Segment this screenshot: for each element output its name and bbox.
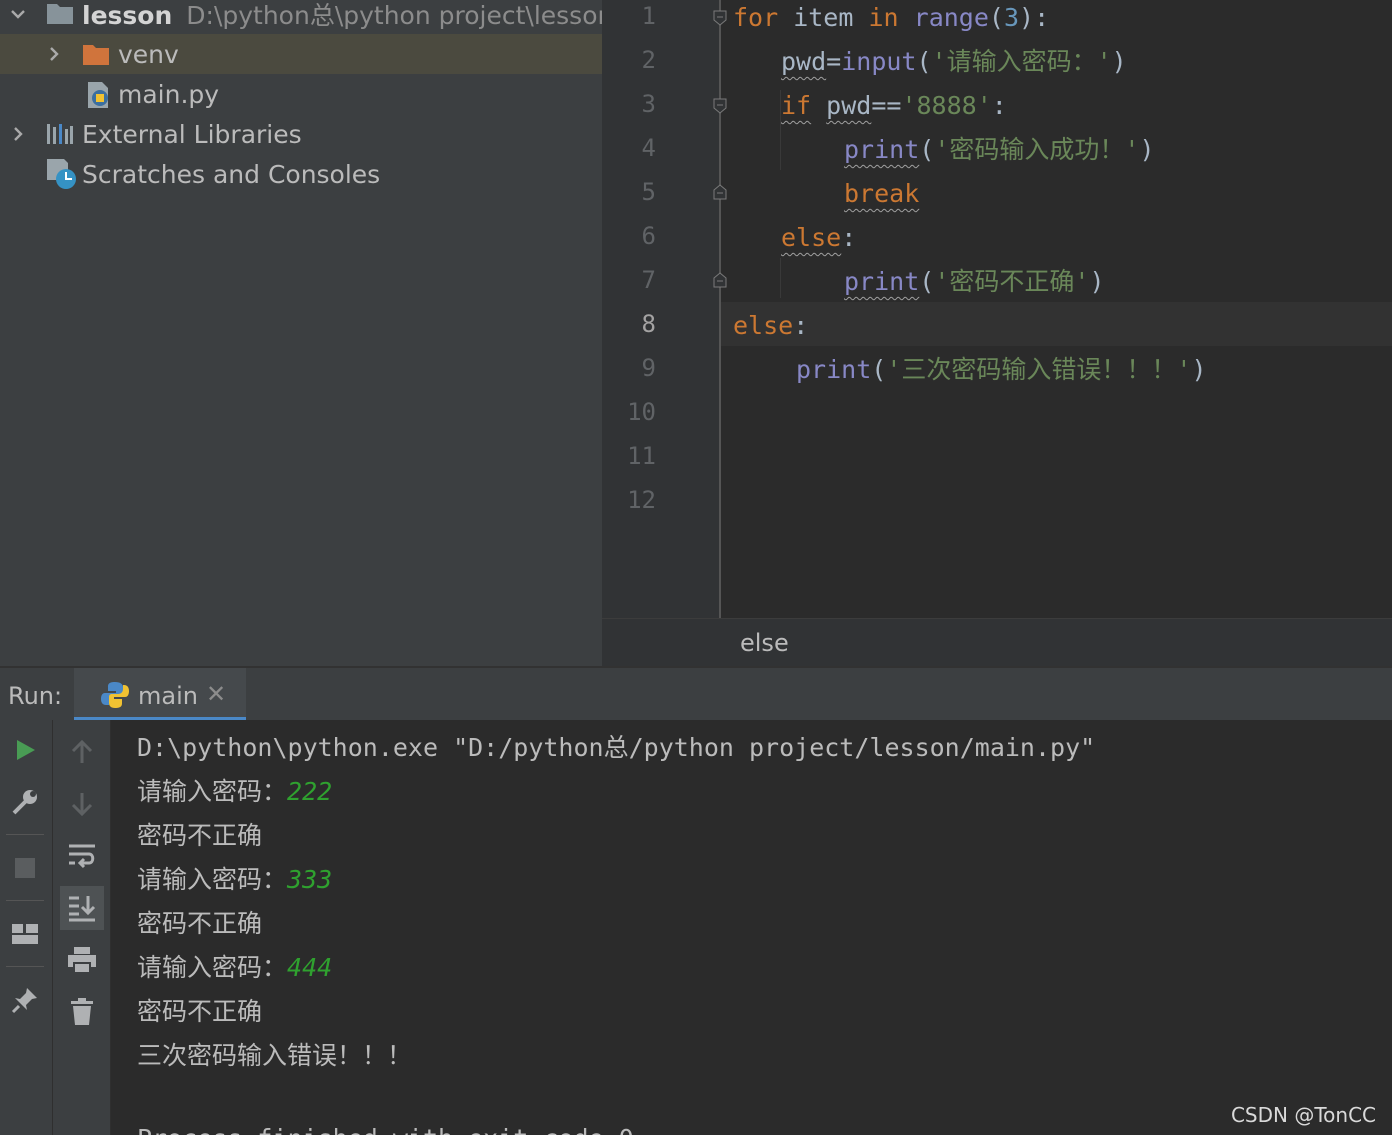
chevron-down-icon[interactable] (6, 2, 30, 26)
tree-item-scratches[interactable]: Scratches and Consoles (0, 154, 602, 194)
line-number: 11 (627, 442, 656, 470)
line-number-current: 8 (641, 310, 656, 338)
line-number: 7 (641, 266, 656, 294)
watermark: CSDN @TonCC (1230, 1103, 1376, 1127)
python-icon (100, 680, 130, 714)
console-line: 三次密码输入错误！！！ (137, 1041, 413, 1070)
breadcrumb[interactable]: else (602, 618, 1392, 666)
python-file-icon (84, 80, 114, 116)
scroll-to-end-icon[interactable] (60, 886, 104, 930)
chevron-right-icon[interactable] (6, 122, 30, 146)
console-line: 密码不正确 (137, 909, 263, 938)
tree-item-label: venv (118, 39, 179, 69)
folder-icon (82, 41, 110, 73)
chevron-right-icon[interactable] (42, 42, 66, 66)
code-line-9[interactable]: print('三次密码输入错误！！！') (796, 348, 1207, 392)
scratches-icon (46, 158, 78, 196)
console-input: 444 (287, 953, 333, 982)
console-input: 333 (287, 865, 333, 894)
current-line-highlight (721, 302, 1392, 346)
line-number: 4 (641, 134, 656, 162)
run-panel-header: Run: main ✕ (0, 666, 1392, 722)
soft-wrap-icon[interactable] (60, 834, 104, 878)
line-number: 3 (641, 90, 656, 118)
arrow-down-icon[interactable] (60, 782, 104, 826)
fold-icon[interactable] (712, 98, 728, 114)
tree-item-venv[interactable]: venv (0, 34, 602, 74)
stop-icon[interactable] (3, 846, 47, 890)
line-number-gutter: 1 2 3 4 5 6 7 8 9 10 11 12 (602, 0, 727, 618)
code-editor[interactable]: 1 2 3 4 5 6 7 8 9 10 11 12 for item in r… (602, 0, 1392, 666)
console-output[interactable]: D:\python\python.exe "D:/python总/python … (111, 720, 1392, 1135)
console-exit-line: Process finished with exit code 0 (137, 1124, 634, 1135)
run-toolbar-secondary (53, 720, 111, 1135)
code-line-1[interactable]: for item in range(3): (733, 0, 1049, 40)
line-number: 10 (627, 398, 656, 426)
console-line: 密码不正确 (137, 821, 263, 850)
libraries-icon (46, 122, 74, 152)
breadcrumb-item[interactable]: else (740, 629, 789, 657)
tree-item-lesson[interactable]: lesson D:\python总\python project\lesson (0, 0, 602, 34)
run-toolbar-primary (0, 720, 53, 1135)
line-number: 12 (627, 486, 656, 514)
code-line-2[interactable]: pwd=input('请输入密码：') (781, 40, 1127, 84)
console-line: 请输入密码：222 (137, 777, 333, 806)
console-input: 222 (287, 777, 333, 806)
trash-icon[interactable] (60, 990, 104, 1034)
line-number: 9 (641, 354, 656, 382)
close-icon[interactable]: ✕ (206, 680, 226, 708)
tree-item-label: External Libraries (82, 119, 302, 149)
line-number: 1 (641, 2, 656, 30)
tree-item-label: main.py (118, 79, 220, 109)
code-line-3[interactable]: if pwd=='8888': (781, 84, 1007, 128)
tab-label: main (138, 682, 198, 710)
run-icon[interactable] (3, 728, 47, 772)
console-line: 密码不正确 (137, 997, 263, 1026)
root-path: D:\python总\python project\lesson (186, 1, 602, 30)
fold-end-icon[interactable] (712, 272, 728, 288)
arrow-up-icon[interactable] (60, 730, 104, 774)
wrench-icon[interactable] (3, 780, 47, 824)
pin-icon[interactable] (3, 978, 47, 1022)
layout-icon[interactable] (3, 912, 47, 956)
line-number: 2 (641, 46, 656, 74)
line-number: 5 (641, 178, 656, 206)
fold-icon[interactable] (712, 10, 728, 26)
tree-item-main-py[interactable]: main.py (0, 74, 602, 114)
project-panel: lesson D:\python总\python project\lesson v… (0, 0, 602, 666)
code-line-4[interactable]: print('密码输入成功！') (844, 128, 1155, 172)
root-name: lesson (82, 1, 173, 30)
console-line: 请输入密码：333 (137, 865, 333, 894)
code-line-8[interactable]: else: (733, 304, 808, 348)
print-icon[interactable] (60, 938, 104, 982)
code-line-6[interactable]: else: (781, 216, 856, 260)
fold-end-icon[interactable] (712, 184, 728, 200)
run-label: Run: (8, 682, 63, 710)
folder-icon (46, 0, 74, 32)
code-line-5[interactable]: break (844, 172, 919, 216)
code-line-7[interactable]: print('密码不正确') (844, 260, 1105, 304)
console-line: 请输入密码：444 (137, 953, 333, 982)
console-command: D:\python\python.exe "D:/python总/python … (137, 733, 1096, 762)
tab-main[interactable]: main ✕ (74, 668, 246, 722)
line-number: 6 (641, 222, 656, 250)
tree-item-label: Scratches and Consoles (82, 159, 381, 189)
tree-item-external-libraries[interactable]: External Libraries (0, 114, 602, 154)
